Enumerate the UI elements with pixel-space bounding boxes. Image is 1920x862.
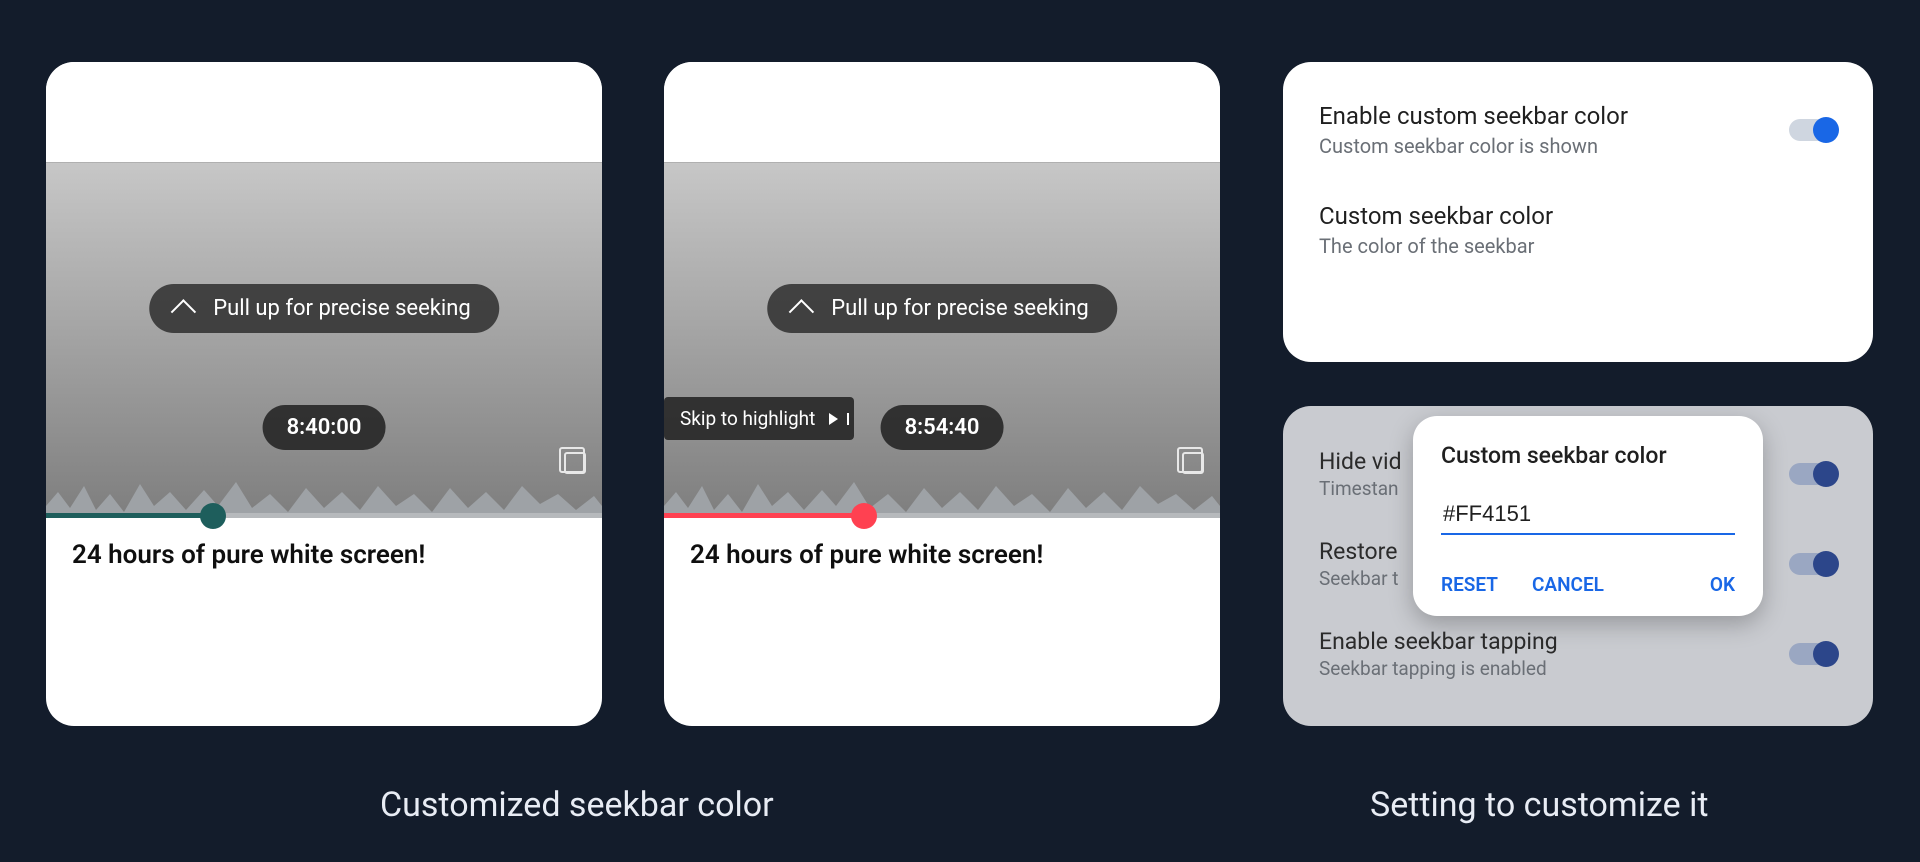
video-title: 24 hours of pure white screen! xyxy=(46,518,602,592)
video-preview-card: Pull up for precise seeking 8:40:00 24 h… xyxy=(46,62,602,726)
seekbar-thumb[interactable] xyxy=(851,503,877,529)
skip-label: Skip to highlight xyxy=(680,407,815,430)
toggle-switch[interactable] xyxy=(1789,119,1837,141)
ok-button[interactable]: OK xyxy=(1710,573,1735,596)
dialog-title: Custom seekbar color xyxy=(1441,442,1735,469)
video-preview-card: Pull up for precise seeking Skip to high… xyxy=(664,62,1220,726)
video-frame: Pull up for precise seeking Skip to high… xyxy=(664,62,1220,518)
waveform xyxy=(46,472,602,518)
seekbar[interactable] xyxy=(46,513,602,518)
caption-right: Setting to customize it xyxy=(1370,785,1708,825)
toggle-switch[interactable] xyxy=(1789,463,1837,485)
setting-row[interactable]: Enable seekbar tapping Seekbar tapping i… xyxy=(1319,628,1837,680)
seek-hint-label: Pull up for precise seeking xyxy=(831,296,1089,321)
color-dialog: Custom seekbar color RESET CANCEL OK xyxy=(1413,416,1763,616)
setting-subtitle: Custom seekbar color is shown xyxy=(1319,134,1628,158)
seek-hint-label: Pull up for precise seeking xyxy=(213,296,471,321)
timestamp-label: 8:54:40 xyxy=(905,415,980,440)
seekbar[interactable] xyxy=(664,513,1220,518)
settings-card: Enable custom seekbar color Custom seekb… xyxy=(1283,62,1873,362)
setting-title: Hide vid xyxy=(1319,448,1402,475)
seekbar-thumb[interactable] xyxy=(200,503,226,529)
caption-left: Customized seekbar color xyxy=(380,785,774,825)
chevron-up-icon xyxy=(789,299,814,324)
color-input[interactable] xyxy=(1441,497,1735,535)
waveform xyxy=(664,472,1220,518)
toggle-switch[interactable] xyxy=(1789,553,1837,575)
chevron-up-icon xyxy=(171,299,196,324)
video-title: 24 hours of pure white screen! xyxy=(664,518,1220,592)
reset-button[interactable]: RESET xyxy=(1441,573,1498,596)
skip-to-highlight-chip[interactable]: Skip to highlight xyxy=(664,397,854,440)
timestamp-label: 8:40:00 xyxy=(287,415,362,440)
timestamp-pill: 8:54:40 xyxy=(881,405,1004,450)
setting-subtitle: The color of the seekbar xyxy=(1319,234,1553,258)
copy-icon xyxy=(564,452,586,474)
setting-title: Custom seekbar color xyxy=(1319,202,1553,230)
setting-custom-color[interactable]: Custom seekbar color The color of the se… xyxy=(1319,202,1837,258)
setting-title: Restore xyxy=(1319,538,1398,565)
seek-hint-pill: Pull up for precise seeking xyxy=(149,284,499,333)
settings-panel-dimmed: Hide vid Timestan Restore Seekbar t Enab… xyxy=(1283,406,1873,726)
toggle-switch[interactable] xyxy=(1789,643,1837,665)
cancel-button[interactable]: CANCEL xyxy=(1532,573,1604,596)
setting-title: Enable custom seekbar color xyxy=(1319,102,1628,130)
setting-title: Enable seekbar tapping xyxy=(1319,628,1558,655)
copy-icon xyxy=(1182,452,1204,474)
skip-forward-icon xyxy=(829,413,838,425)
setting-enable-custom-color[interactable]: Enable custom seekbar color Custom seekb… xyxy=(1319,102,1837,158)
setting-subtitle: Timestan xyxy=(1319,477,1402,500)
video-frame: Pull up for precise seeking 8:40:00 xyxy=(46,62,602,518)
setting-subtitle: Seekbar t xyxy=(1319,567,1398,590)
setting-subtitle: Seekbar tapping is enabled xyxy=(1319,657,1558,680)
seek-hint-pill: Pull up for precise seeking xyxy=(767,284,1117,333)
timestamp-pill: 8:40:00 xyxy=(263,405,386,450)
